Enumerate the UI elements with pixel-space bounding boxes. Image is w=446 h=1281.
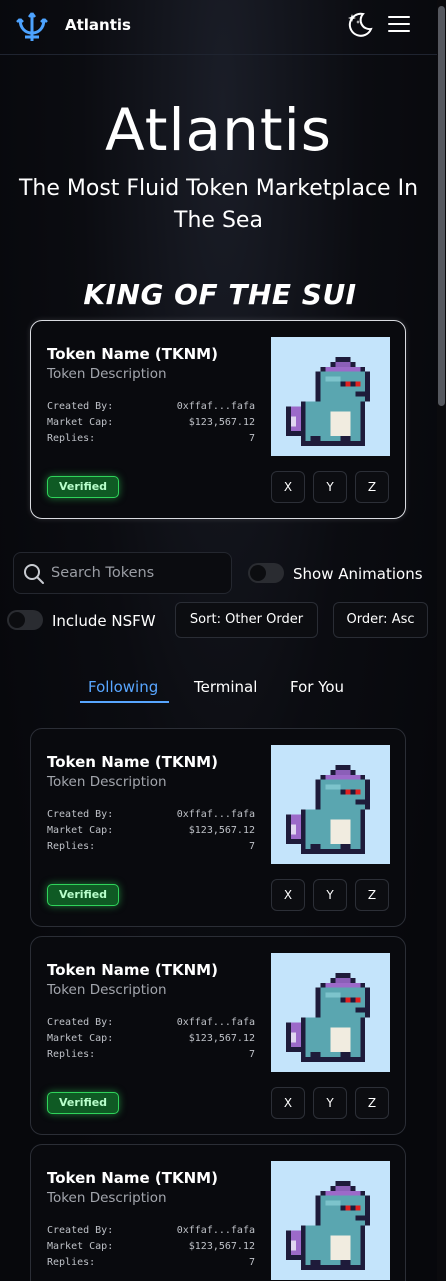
include-nsfw-toggle[interactable] [7,610,43,630]
token-description: Token Description [47,982,167,998]
x-button[interactable]: X [271,879,305,911]
market-cap-label: Market Cap: [47,1033,114,1044]
scrollbar-track[interactable] [437,0,446,1281]
replies-label: Replies: [47,841,96,852]
market-cap-value: $123,567.12 [188,825,255,836]
created-by-value: 0xffaf...fafa [176,809,255,820]
trident-icon[interactable] [16,11,48,43]
active-tab-indicator [80,701,169,703]
replies-value: 7 [248,433,255,444]
token-name: Token Name (TKNM) [47,753,218,771]
created-by-label: Created By: [47,1225,114,1236]
featured-token-card[interactable]: Token Name (TKNM) Token Description Crea… [30,320,406,519]
market-cap-value: $123,567.12 [188,417,255,428]
token-name: Token Name (TKNM) [47,345,218,363]
created-by-label: Created By: [47,1017,114,1028]
token-stats: Created By: 0xffaf...fafa Market Cap: $123… [47,401,255,449]
y-button[interactable]: Y [313,1087,347,1119]
token-description: Token Description [47,1190,167,1206]
token-stats: Created By: 0xffaf...fafa Market Cap: $123… [47,809,255,857]
replies-label: Replies: [47,433,96,444]
token-name: Token Name (TKNM) [47,1169,218,1187]
replies-value: 7 [248,1049,255,1060]
market-cap-value: $123,567.12 [188,1033,255,1044]
show-animations-label: Show Animations [293,565,423,583]
scrollbar-thumb[interactable] [438,6,445,406]
hero-subtitle: The Most Fluid Token Marketplace In The … [18,176,419,233]
verified-badge: Verified [47,476,120,498]
created-by-value: 0xffaf...fafa [176,401,255,412]
x-button[interactable]: X [271,1087,305,1119]
market-cap-label: Market Cap: [47,417,114,428]
hamburger-menu-icon[interactable] [388,16,410,34]
top-navbar: Atlantis [0,0,446,55]
search-box[interactable] [13,552,232,594]
token-description: Token Description [47,774,167,790]
token-image[interactable] [271,1161,390,1280]
token-card[interactable]: Token Name (TKNM) Token Description Crea… [30,728,406,927]
token-stats: Created By: 0xffaf...fafa Market Cap: $123… [47,1225,255,1273]
token-image[interactable] [271,745,390,864]
search-icon [24,564,44,584]
z-button[interactable]: Z [355,1087,389,1119]
token-description: Token Description [47,366,167,382]
market-cap-label: Market Cap: [47,825,114,836]
featured-heading: KING OF THE SUI [83,278,357,311]
hero-title: Atlantis [105,96,332,164]
replies-label: Replies: [47,1049,96,1060]
brand-name[interactable]: Atlantis [65,16,131,34]
replies-value: 7 [248,1257,255,1268]
verified-badge: Verified [47,884,120,906]
token-name: Token Name (TKNM) [47,961,218,979]
x-button[interactable]: X [271,471,305,503]
replies-label: Replies: [47,1257,96,1268]
sort-button[interactable]: Sort: Other Order [175,602,318,638]
created-by-label: Created By: [47,809,114,820]
token-stats: Created By: 0xffaf...fafa Market Cap: $123… [47,1017,255,1065]
replies-value: 7 [248,841,255,852]
tab-following[interactable]: Following [88,678,158,696]
tab-for-you[interactable]: For You [290,678,344,696]
y-button[interactable]: Y [313,879,347,911]
order-button[interactable]: Order: Asc [333,602,428,638]
token-card[interactable]: Token Name (TKNM) Token Description Crea… [30,1144,406,1281]
moon-stars-icon[interactable] [346,10,374,38]
market-cap-value: $123,567.12 [188,1241,255,1252]
token-image[interactable] [271,953,390,1072]
include-nsfw-label: Include NSFW [52,612,156,630]
token-image[interactable] [271,337,390,456]
created-by-value: 0xffaf...fafa [176,1017,255,1028]
y-button[interactable]: Y [313,471,347,503]
market-cap-label: Market Cap: [47,1241,114,1252]
show-animations-toggle[interactable] [248,563,284,583]
z-button[interactable]: Z [355,471,389,503]
tab-terminal[interactable]: Terminal [194,678,257,696]
verified-badge: Verified [47,1092,120,1114]
created-by-value: 0xffaf...fafa [176,1225,255,1236]
search-input[interactable] [51,553,226,593]
z-button[interactable]: Z [355,879,389,911]
token-card[interactable]: Token Name (TKNM) Token Description Crea… [30,936,406,1135]
created-by-label: Created By: [47,401,114,412]
